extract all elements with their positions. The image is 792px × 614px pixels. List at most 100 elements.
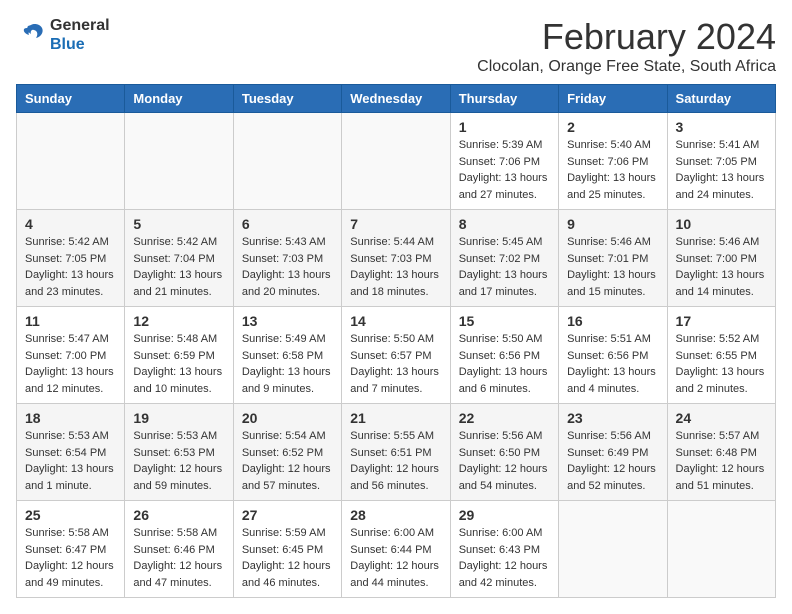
day-cell: 2Sunrise: 5:40 AM Sunset: 7:06 PM Daylig…: [559, 113, 667, 210]
day-number: 4: [25, 216, 116, 232]
logo-general: General: [50, 16, 110, 35]
header-cell-wednesday: Wednesday: [342, 85, 450, 113]
day-info: Sunrise: 5:41 AM Sunset: 7:05 PM Dayligh…: [676, 137, 767, 203]
day-number: 3: [676, 119, 767, 135]
day-cell: 17 Sunrise: 5:52 AM Sunset: 6:55 PM Dayli…: [667, 307, 775, 404]
day-info: Sunrise: 6:00 AM Sunset: 6:43 PM Dayligh…: [459, 525, 550, 591]
day-cell: 6Sunrise: 5:43 AM Sunset: 7:03 PM Daylig…: [233, 210, 341, 307]
day-cell: 22 Sunrise: 5:56 AM Sunset: 6:50 PM Dayli…: [450, 404, 558, 501]
day-info: Sunrise: 5:56 AM Sunset: 6:50 PM Dayligh…: [459, 428, 550, 494]
day-info: Sunrise: 5:50 AM Sunset: 6:56 PM Dayligh…: [459, 331, 550, 397]
week-row-4: 18 Sunrise: 5:53 AM Sunset: 6:54 PM Dayli…: [17, 404, 776, 501]
day-cell: 8 Sunrise: 5:45 AM Sunset: 7:02 PM Daylig…: [450, 210, 558, 307]
week-row-3: 11 Sunrise: 5:47 AM Sunset: 7:00 PM Dayli…: [17, 307, 776, 404]
day-number: 19: [133, 410, 224, 426]
day-info: Sunrise: 5:59 AM Sunset: 6:45 PM Dayligh…: [242, 525, 333, 591]
day-info: Sunrise: 5:58 AM Sunset: 6:46 PM Dayligh…: [133, 525, 224, 591]
day-number: 8: [459, 216, 550, 232]
day-cell: [17, 113, 125, 210]
day-cell: 27 Sunrise: 5:59 AM Sunset: 6:45 PM Dayli…: [233, 501, 341, 598]
day-info: Sunrise: 5:49 AM Sunset: 6:58 PM Dayligh…: [242, 331, 333, 397]
day-cell: 15 Sunrise: 5:50 AM Sunset: 6:56 PM Dayli…: [450, 307, 558, 404]
header-row: SundayMondayTuesdayWednesdayThursdayFrid…: [17, 85, 776, 113]
day-cell: 11 Sunrise: 5:47 AM Sunset: 7:00 PM Dayli…: [17, 307, 125, 404]
day-number: 24: [676, 410, 767, 426]
day-info: Sunrise: 5:46 AM Sunset: 7:01 PM Dayligh…: [567, 234, 658, 300]
day-info: Sunrise: 6:00 AM Sunset: 6:44 PM Dayligh…: [350, 525, 441, 591]
day-info: Sunrise: 5:58 AM Sunset: 6:47 PM Dayligh…: [25, 525, 116, 591]
day-cell: 4 Sunrise: 5:42 AM Sunset: 7:05 PM Daylig…: [17, 210, 125, 307]
day-number: 16: [567, 313, 658, 329]
day-cell: 3 Sunrise: 5:41 AM Sunset: 7:05 PM Daylig…: [667, 113, 775, 210]
day-number: 10: [676, 216, 767, 232]
day-number: 20: [242, 410, 333, 426]
day-number: 27: [242, 507, 333, 523]
calendar-table: SundayMondayTuesdayWednesdayThursdayFrid…: [16, 84, 776, 598]
header-cell-monday: Monday: [125, 85, 233, 113]
day-info: Sunrise: 5:55 AM Sunset: 6:51 PM Dayligh…: [350, 428, 441, 494]
day-cell: [559, 501, 667, 598]
day-number: 13: [242, 313, 333, 329]
day-cell: [667, 501, 775, 598]
day-number: 15: [459, 313, 550, 329]
day-info: Sunrise: 5:46 AM Sunset: 7:00 PM Dayligh…: [676, 234, 767, 300]
day-cell: 9 Sunrise: 5:46 AM Sunset: 7:01 PM Daylig…: [559, 210, 667, 307]
day-cell: 12 Sunrise: 5:48 AM Sunset: 6:59 PM Dayli…: [125, 307, 233, 404]
day-cell: 20Sunrise: 5:54 AM Sunset: 6:52 PM Dayli…: [233, 404, 341, 501]
day-cell: 26 Sunrise: 5:58 AM Sunset: 6:46 PM Dayli…: [125, 501, 233, 598]
logo-blue: Blue: [50, 35, 110, 54]
month-title: February 2024: [477, 16, 776, 58]
day-cell: 28 Sunrise: 6:00 AM Sunset: 6:44 PM Dayli…: [342, 501, 450, 598]
day-info: Sunrise: 5:57 AM Sunset: 6:48 PM Dayligh…: [676, 428, 767, 494]
day-cell: 24 Sunrise: 5:57 AM Sunset: 6:48 PM Dayli…: [667, 404, 775, 501]
day-cell: 16 Sunrise: 5:51 AM Sunset: 6:56 PM Dayli…: [559, 307, 667, 404]
day-number: 5: [133, 216, 224, 232]
day-number: 25: [25, 507, 116, 523]
day-number: 14: [350, 313, 441, 329]
week-row-1: 1Sunrise: 5:39 AM Sunset: 7:06 PM Daylig…: [17, 113, 776, 210]
logo: General Blue: [16, 16, 110, 54]
page-header: General Blue February 2024 Clocolan, Ora…: [16, 16, 776, 76]
day-info: Sunrise: 5:47 AM Sunset: 7:00 PM Dayligh…: [25, 331, 116, 397]
day-cell: 21Sunrise: 5:55 AM Sunset: 6:51 PM Dayli…: [342, 404, 450, 501]
day-number: 12: [133, 313, 224, 329]
day-cell: 23 Sunrise: 5:56 AM Sunset: 6:49 PM Dayli…: [559, 404, 667, 501]
day-cell: 13 Sunrise: 5:49 AM Sunset: 6:58 PM Dayli…: [233, 307, 341, 404]
day-info: Sunrise: 5:44 AM Sunset: 7:03 PM Dayligh…: [350, 234, 441, 300]
day-info: Sunrise: 5:42 AM Sunset: 7:05 PM Dayligh…: [25, 234, 116, 300]
day-info: Sunrise: 5:40 AM Sunset: 7:06 PM Dayligh…: [567, 137, 658, 203]
day-cell: [342, 113, 450, 210]
day-number: 17: [676, 313, 767, 329]
day-number: 9: [567, 216, 658, 232]
header-cell-tuesday: Tuesday: [233, 85, 341, 113]
day-info: Sunrise: 5:45 AM Sunset: 7:02 PM Dayligh…: [459, 234, 550, 300]
day-number: 26: [133, 507, 224, 523]
day-info: Sunrise: 5:52 AM Sunset: 6:55 PM Dayligh…: [676, 331, 767, 397]
title-block: February 2024 Clocolan, Orange Free Stat…: [477, 16, 776, 76]
header-cell-friday: Friday: [559, 85, 667, 113]
day-cell: 5Sunrise: 5:42 AM Sunset: 7:04 PM Daylig…: [125, 210, 233, 307]
day-number: 22: [459, 410, 550, 426]
logo-text: General Blue: [50, 16, 110, 54]
day-info: Sunrise: 5:56 AM Sunset: 6:49 PM Dayligh…: [567, 428, 658, 494]
day-info: Sunrise: 5:51 AM Sunset: 6:56 PM Dayligh…: [567, 331, 658, 397]
location-subtitle: Clocolan, Orange Free State, South Afric…: [477, 58, 776, 76]
day-number: 18: [25, 410, 116, 426]
calendar-body: 1Sunrise: 5:39 AM Sunset: 7:06 PM Daylig…: [17, 113, 776, 598]
header-cell-thursday: Thursday: [450, 85, 558, 113]
day-number: 1: [459, 119, 550, 135]
day-cell: 14Sunrise: 5:50 AM Sunset: 6:57 PM Dayli…: [342, 307, 450, 404]
day-info: Sunrise: 5:53 AM Sunset: 6:54 PM Dayligh…: [25, 428, 116, 494]
day-number: 29: [459, 507, 550, 523]
header-cell-saturday: Saturday: [667, 85, 775, 113]
day-cell: [125, 113, 233, 210]
day-cell: 18 Sunrise: 5:53 AM Sunset: 6:54 PM Dayli…: [17, 404, 125, 501]
logo-bird-icon: [16, 21, 46, 49]
week-row-2: 4 Sunrise: 5:42 AM Sunset: 7:05 PM Daylig…: [17, 210, 776, 307]
day-cell: 10 Sunrise: 5:46 AM Sunset: 7:00 PM Dayli…: [667, 210, 775, 307]
day-cell: 19Sunrise: 5:53 AM Sunset: 6:53 PM Dayli…: [125, 404, 233, 501]
day-number: 11: [25, 313, 116, 329]
day-info: Sunrise: 5:48 AM Sunset: 6:59 PM Dayligh…: [133, 331, 224, 397]
day-number: 23: [567, 410, 658, 426]
day-number: 28: [350, 507, 441, 523]
